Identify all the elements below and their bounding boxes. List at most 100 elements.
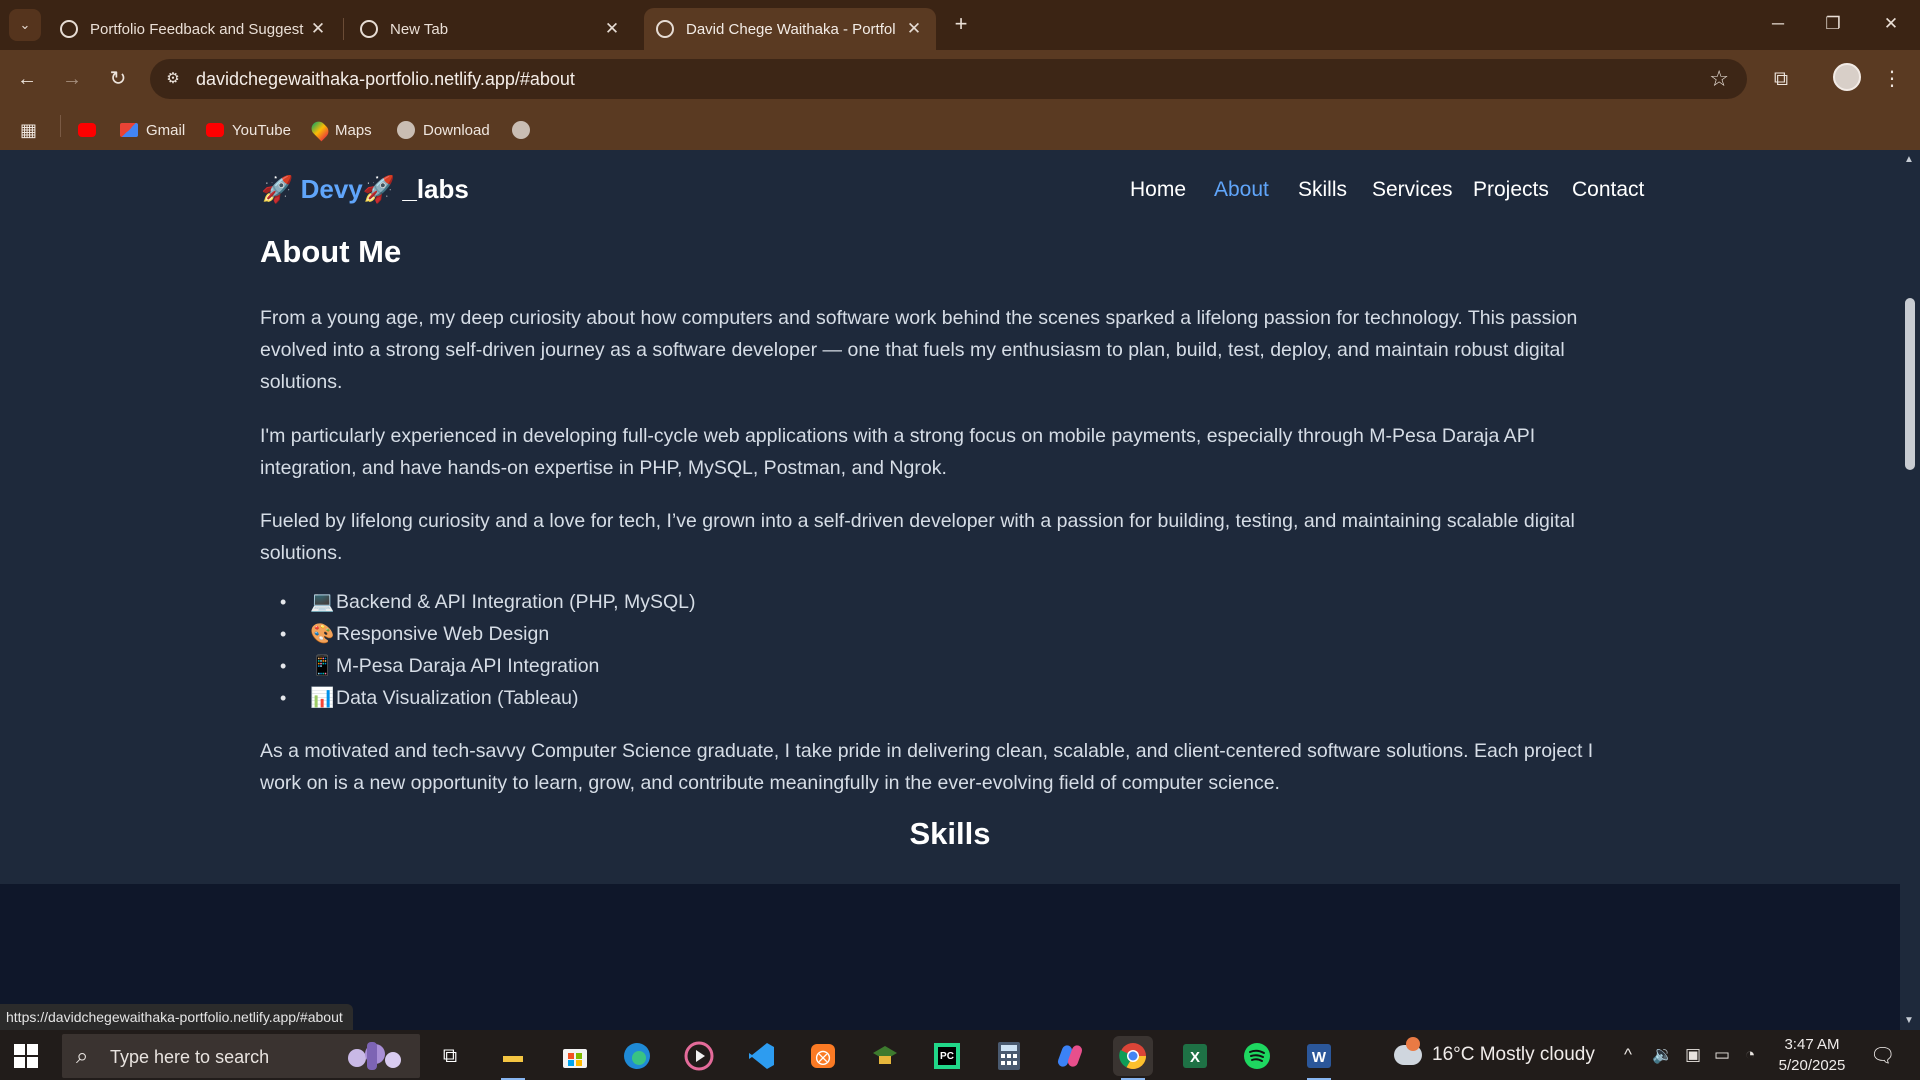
extensions-icon[interactable]: ⧉ <box>1766 64 1796 94</box>
tab-new-tab[interactable]: New Tab ✕ <box>348 8 634 50</box>
menu-icon[interactable]: ⋮ <box>1877 64 1907 94</box>
taskbar-search[interactable]: ⌕ Type here to search <box>62 1034 420 1078</box>
list-item: • 🎨Responsive Web Design <box>280 618 695 650</box>
close-tab-icon[interactable]: ✕ <box>602 19 622 39</box>
tab-search-button[interactable]: ⌄ <box>9 9 41 41</box>
palette-icon: 🎨 <box>310 623 335 645</box>
bullet-icon: • <box>280 592 287 612</box>
nav-contact[interactable]: Contact <box>1572 178 1644 202</box>
bookmark-maps[interactable]: Maps <box>308 118 372 142</box>
list-item: • 💻Backend & API Integration (PHP, MySQL) <box>280 586 695 618</box>
media-player-icon[interactable] <box>679 1036 719 1076</box>
start-tile <box>27 1057 38 1068</box>
store-glyph <box>563 1049 587 1068</box>
meet-now-icon[interactable]: ▣ <box>1685 1045 1701 1065</box>
start-tile <box>27 1044 38 1055</box>
profile-avatar[interactable] <box>1833 63 1861 91</box>
bookmark-youtube-icon-only[interactable] <box>78 118 104 142</box>
bookmark-star-icon[interactable]: ☆ <box>1709 66 1729 92</box>
site-info-icon[interactable]: ⚙ <box>162 68 184 90</box>
bookmark-gmail[interactable]: Gmail <box>120 118 185 142</box>
tab-portfolio-active[interactable]: David Chege Waithaka - Portfol ✕ <box>644 8 936 50</box>
search-highlight-art <box>348 1042 401 1070</box>
chevron-up-icon[interactable]: ^ <box>1624 1045 1632 1065</box>
app-icon[interactable] <box>865 1036 905 1076</box>
start-tile <box>14 1044 25 1055</box>
tab-title: David Chege Waithaka - Portfol <box>686 20 896 38</box>
nav-home[interactable]: Home <box>1130 178 1186 202</box>
page-scrollbar[interactable]: ▲ ▼ <box>1900 150 1920 1030</box>
edge-icon[interactable] <box>617 1036 657 1076</box>
skill-text: Data Visualization (Tableau) <box>336 687 579 709</box>
skill-text: M-Pesa Daraja API Integration <box>336 655 600 677</box>
skills-title: Skills <box>909 816 991 851</box>
xampp-icon[interactable]: ⨂ <box>803 1036 843 1076</box>
scroll-down-icon[interactable]: ▼ <box>1904 1015 1914 1026</box>
svg-text:W: W <box>1312 1049 1327 1066</box>
globe-icon <box>397 121 415 139</box>
close-tab-icon[interactable]: ✕ <box>904 19 924 39</box>
m365-icon[interactable] <box>1051 1036 1091 1076</box>
site-navbar: 🚀 Devy🚀 _labs Home About Skills Services… <box>0 150 1900 234</box>
forward-button[interactable]: → <box>57 64 87 94</box>
maps-icon <box>308 118 332 142</box>
scroll-thumb[interactable] <box>1905 298 1915 470</box>
vscode-icon[interactable] <box>741 1036 781 1076</box>
youtube-icon <box>206 123 224 137</box>
spotify-glyph <box>1244 1043 1270 1069</box>
bookmark-label: YouTube <box>232 121 291 139</box>
apps-grid-icon[interactable]: ▦ <box>20 118 37 142</box>
tab-portfolio-feedback[interactable]: Portfolio Feedback and Suggest ✕ <box>48 8 340 50</box>
bookmark-label: Maps <box>335 121 372 139</box>
task-view-icon[interactable]: ⧉ <box>430 1036 470 1076</box>
mobile-phone-icon: 📱 <box>310 655 335 677</box>
scroll-up-icon[interactable]: ▲ <box>1904 154 1914 165</box>
status-bubble: https://davidchegewaithaka-portfolio.net… <box>0 1004 353 1030</box>
excel-icon[interactable]: X <box>1175 1036 1215 1076</box>
weather-widget[interactable]: 16°C Mostly cloudy <box>1394 1037 1595 1066</box>
windows-start-button[interactable] <box>14 1044 38 1068</box>
close-window-icon[interactable]: ✕ <box>1876 10 1906 38</box>
clock[interactable]: 3:47 AM 5/20/2025 <box>1772 1034 1852 1076</box>
url-text[interactable]: davidchegewaithaka-portfolio.netlify.app… <box>196 69 575 90</box>
bookmark-download[interactable]: Download <box>397 118 490 142</box>
reload-button[interactable]: ↻ <box>103 64 133 94</box>
notification-center-icon[interactable]: 🗨 <box>1870 1043 1895 1068</box>
site-logo[interactable]: 🚀 Devy🚀 _labs <box>261 174 469 205</box>
about-paragraph-2: I'm particularly experienced in developi… <box>260 425 1536 479</box>
excel-glyph: X <box>1183 1044 1207 1068</box>
gmail-icon <box>120 123 138 137</box>
file-explorer-icon[interactable]: ▬ <box>493 1036 533 1080</box>
close-tab-icon[interactable]: ✕ <box>308 19 328 39</box>
spotify-icon[interactable] <box>1237 1036 1277 1076</box>
minimize-icon[interactable]: ─ <box>1763 10 1793 38</box>
bookmark-youtube[interactable]: YouTube <box>206 118 291 142</box>
word-icon[interactable]: W <box>1299 1036 1339 1080</box>
nav-projects[interactable]: Projects <box>1473 178 1549 202</box>
pycharm-icon[interactable]: PC <box>927 1036 967 1076</box>
restore-icon[interactable]: ❐ <box>1818 10 1848 38</box>
bookmarks-bar: ▦ Gmail YouTube Maps Download <box>0 110 1920 150</box>
skill-highlights-list: • 💻Backend & API Integration (PHP, MySQL)… <box>280 586 695 714</box>
wifi-icon[interactable]: ◔ <box>1745 1045 1755 1065</box>
about-paragraph-3: Fueled by lifelong curiosity and a love … <box>260 510 1575 564</box>
globe-icon <box>512 121 530 139</box>
clock-time: 3:47 AM <box>1784 1036 1840 1053</box>
tab-separator <box>343 18 344 40</box>
back-button[interactable]: ← <box>12 64 42 94</box>
bookmark-globe[interactable] <box>512 118 538 142</box>
volume-icon[interactable]: 🔉 <box>1652 1045 1673 1065</box>
new-tab-button[interactable]: + <box>950 10 972 38</box>
battery-icon[interactable]: ▭ <box>1714 1045 1730 1065</box>
nav-skills[interactable]: Skills <box>1298 178 1347 202</box>
calculator-icon[interactable] <box>989 1036 1029 1076</box>
nav-services[interactable]: Services <box>1372 178 1453 202</box>
microsoft-store-icon[interactable] <box>555 1036 595 1076</box>
search-placeholder: Type here to search <box>110 1047 270 1067</box>
start-tile <box>14 1057 25 1068</box>
edge-glyph <box>624 1043 650 1069</box>
address-bar[interactable]: ⚙ davidchegewaithaka-portfolio.netlify.a… <box>150 59 1747 99</box>
nav-about[interactable]: About <box>1214 178 1269 202</box>
logo-suffix: 🚀 _labs <box>362 174 469 204</box>
chrome-icon[interactable] <box>1113 1036 1153 1080</box>
